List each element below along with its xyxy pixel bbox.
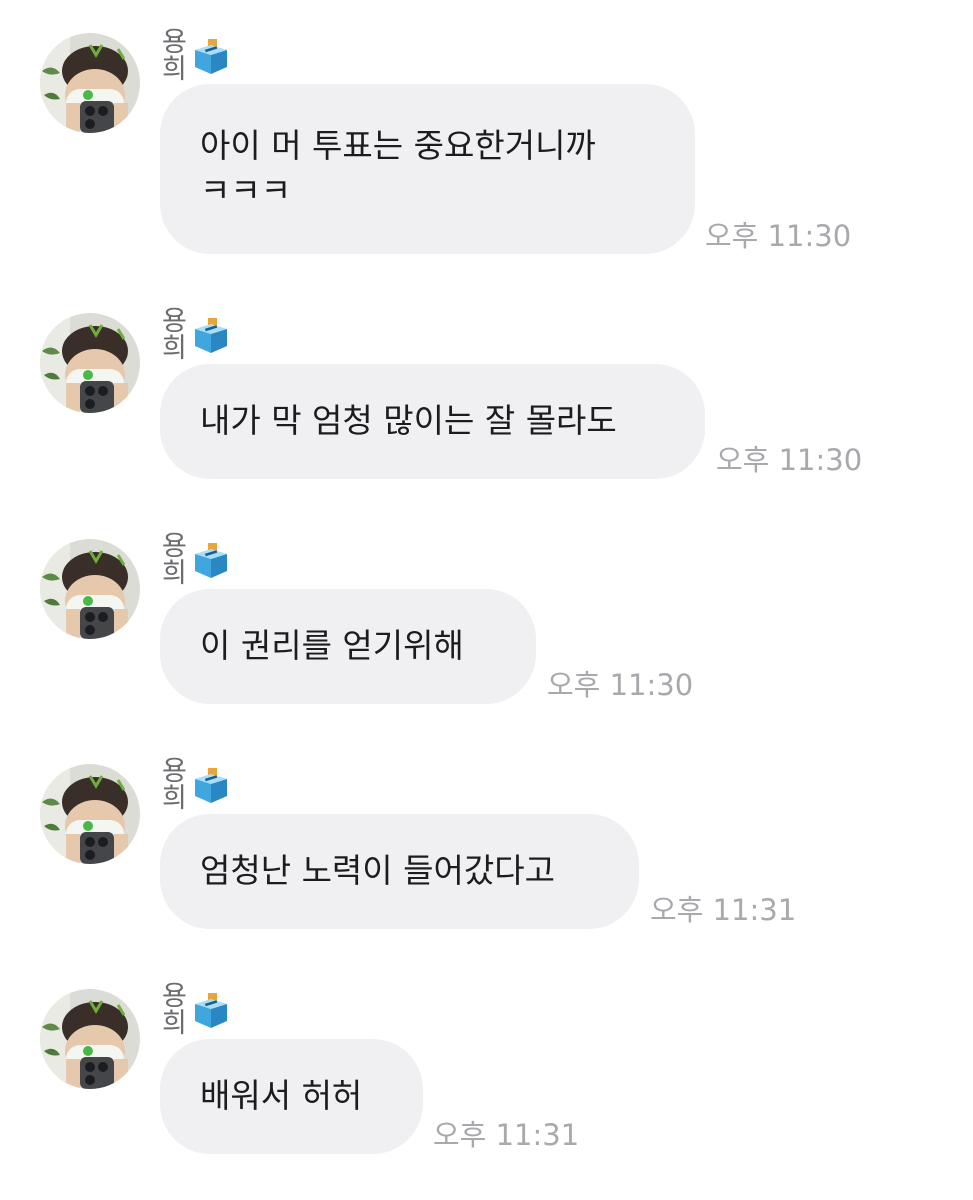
avatar[interactable] xyxy=(40,989,140,1089)
message-text: 배워서 허허 xyxy=(200,1076,363,1116)
sender-row: 용희 xyxy=(162,758,231,812)
message-bubble[interactable]: 이 권리를 얻기위해 xyxy=(160,589,536,704)
message-timestamp: 오후 11:30 xyxy=(547,668,694,702)
avatar[interactable] xyxy=(40,33,140,133)
ballot-box-icon xyxy=(191,990,231,1030)
message-timestamp: 오후 11:30 xyxy=(716,443,863,477)
message-text: 엄청난 노력이 들어갔다고 xyxy=(200,851,555,891)
sender-row: 용희 xyxy=(162,983,231,1037)
message-timestamp: 오후 11:31 xyxy=(433,1118,580,1152)
message-text: 아이 머 투표는 중요한거니까 ㅋㅋㅋ xyxy=(200,126,596,210)
avatar[interactable] xyxy=(40,764,140,864)
sender-row: 용희 xyxy=(162,29,231,83)
message-text: 내가 막 엄청 많이는 잘 몰라도 xyxy=(200,401,617,441)
message-timestamp: 오후 11:30 xyxy=(705,219,852,253)
message-bubble[interactable]: 엄청난 노력이 들어갔다고 xyxy=(160,814,639,929)
avatar[interactable] xyxy=(40,313,140,413)
avatar[interactable] xyxy=(40,539,140,639)
sender-name: 용희 xyxy=(162,981,187,1039)
ballot-box-icon xyxy=(191,36,231,76)
ballot-box-icon xyxy=(191,315,231,355)
ballot-box-icon xyxy=(191,540,231,580)
message-text: 이 권리를 얻기위해 xyxy=(200,626,464,666)
message-bubble[interactable]: 배워서 허허 xyxy=(160,1039,423,1154)
message-bubble[interactable]: 내가 막 엄청 많이는 잘 몰라도 xyxy=(160,364,705,479)
message-timestamp: 오후 11:31 xyxy=(650,893,797,927)
message-bubble[interactable]: 아이 머 투표는 중요한거니까 ㅋㅋㅋ xyxy=(160,84,695,254)
sender-name: 용희 xyxy=(162,27,187,85)
sender-name: 용희 xyxy=(162,531,187,589)
sender-row: 용희 xyxy=(162,533,231,587)
sender-row: 용희 xyxy=(162,308,231,362)
sender-name: 용희 xyxy=(162,756,187,814)
ballot-box-icon xyxy=(191,765,231,805)
sender-name: 용희 xyxy=(162,306,187,364)
